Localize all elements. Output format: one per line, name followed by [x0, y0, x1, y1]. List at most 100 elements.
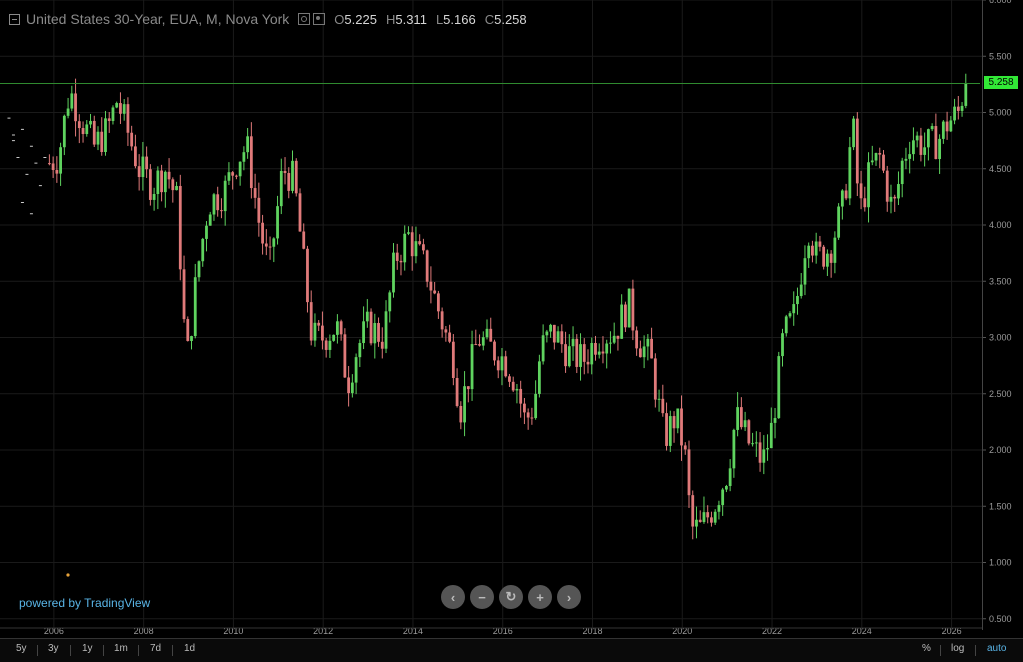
plot-area[interactable]: 0.5001.0001.5002.0002.5003.0003.5004.000… [0, 0, 1023, 661]
zoom-out-button[interactable]: − [470, 585, 494, 609]
candle-body [646, 338, 650, 347]
candle-body [567, 346, 571, 367]
candle-body [414, 241, 418, 257]
candle-body [425, 250, 429, 282]
close-value: 5.258 [494, 11, 527, 27]
separator [70, 645, 71, 656]
candle-body [377, 323, 380, 342]
candle-body [601, 351, 605, 354]
candle-body [119, 103, 122, 114]
powered-by-link[interactable]: powered by TradingView [19, 596, 150, 610]
candle-body [691, 495, 695, 527]
candle-body [369, 311, 373, 344]
percent-scale-toggle[interactable]: % [922, 643, 931, 654]
candle-body [220, 210, 223, 212]
chart-frame[interactable]: 0.500 1.000 1.500 2.000 2.500 3.000 3.500 4.000… [0, 0, 1023, 662]
candle-body [504, 356, 508, 377]
candle-body [111, 107, 115, 121]
candle-body [638, 348, 642, 358]
candle-body [51, 163, 55, 170]
candle-body [216, 194, 220, 211]
candle-body [882, 154, 885, 171]
settings-icon[interactable] [298, 13, 311, 25]
log-scale-toggle[interactable]: log [951, 643, 964, 654]
candle-body [302, 231, 306, 249]
candle-body [77, 121, 81, 129]
candle-body [751, 443, 754, 445]
candle-body [945, 121, 949, 132]
candle-body [134, 146, 137, 167]
candle-body [594, 343, 597, 355]
close-label: C [484, 11, 495, 27]
candle-body [889, 196, 893, 202]
candle-body [212, 194, 216, 215]
candle-body [710, 517, 713, 523]
reset-button[interactable]: ↻ [499, 585, 523, 609]
candle-body [444, 329, 448, 333]
candle-body [261, 222, 264, 244]
candle-body [55, 169, 59, 174]
scroll-right-button[interactable]: › [557, 585, 581, 609]
candle-body [620, 304, 624, 339]
candle-body [163, 171, 167, 193]
candle-body [878, 153, 882, 155]
candle-body [436, 293, 440, 312]
candle-body [657, 398, 661, 400]
zoom-in-button[interactable]: + [528, 585, 552, 609]
candle-body [822, 246, 826, 267]
candle-body [362, 321, 365, 344]
candle-body [893, 196, 897, 199]
candle-body [347, 377, 351, 394]
candle-body [560, 331, 564, 345]
candle-body [463, 386, 466, 423]
candle-body [706, 512, 710, 518]
price-axis[interactable] [982, 0, 1023, 630]
candle-body [680, 408, 683, 446]
candle-body [466, 386, 470, 390]
candle-body [313, 322, 317, 341]
visibility-icon[interactable] [313, 13, 326, 25]
timeframe-3y[interactable]: 3y [48, 643, 59, 654]
candle-body [803, 258, 807, 285]
candle-body [92, 120, 96, 145]
candle-body [605, 343, 609, 354]
candle-body [298, 193, 302, 232]
candle-body [964, 83, 968, 106]
candle-body [609, 342, 612, 344]
scroll-left-button[interactable]: ‹ [441, 585, 465, 609]
candle-body [167, 171, 171, 180]
candle-body [582, 344, 586, 362]
candle-body [788, 313, 792, 317]
collapse-icon[interactable] [9, 13, 20, 25]
separator [103, 645, 104, 656]
candle-body [339, 321, 343, 335]
separator [172, 645, 173, 656]
candle-body [781, 333, 784, 357]
timeframe-1d[interactable]: 1d [184, 643, 195, 654]
event-marker[interactable] [66, 573, 70, 577]
open-value: 5.225 [344, 11, 377, 27]
candle-body [74, 93, 77, 122]
candle-body [938, 138, 942, 160]
candle-body [702, 512, 706, 523]
timeframe-5y[interactable]: 5y [16, 643, 27, 654]
candle-body [523, 403, 526, 413]
candle-body [328, 340, 332, 350]
candle-body [908, 154, 912, 159]
timeframe-1y[interactable]: 1y [82, 643, 93, 654]
candle-body [306, 248, 309, 303]
candle-body [590, 343, 594, 365]
candle-body [193, 277, 197, 337]
candle-body [249, 136, 253, 189]
timeframe-7d[interactable]: 7d [150, 643, 161, 654]
candle-body [440, 311, 444, 330]
auto-scale-toggle[interactable]: auto [987, 643, 1006, 654]
candle-body [148, 169, 152, 200]
candle-body [399, 260, 403, 263]
candle-body [732, 429, 736, 469]
timeframe-1m[interactable]: 1m [114, 643, 128, 654]
candle-body [867, 162, 870, 208]
candle-body [190, 336, 193, 341]
candle-body [579, 344, 582, 367]
candle-body [811, 245, 814, 256]
